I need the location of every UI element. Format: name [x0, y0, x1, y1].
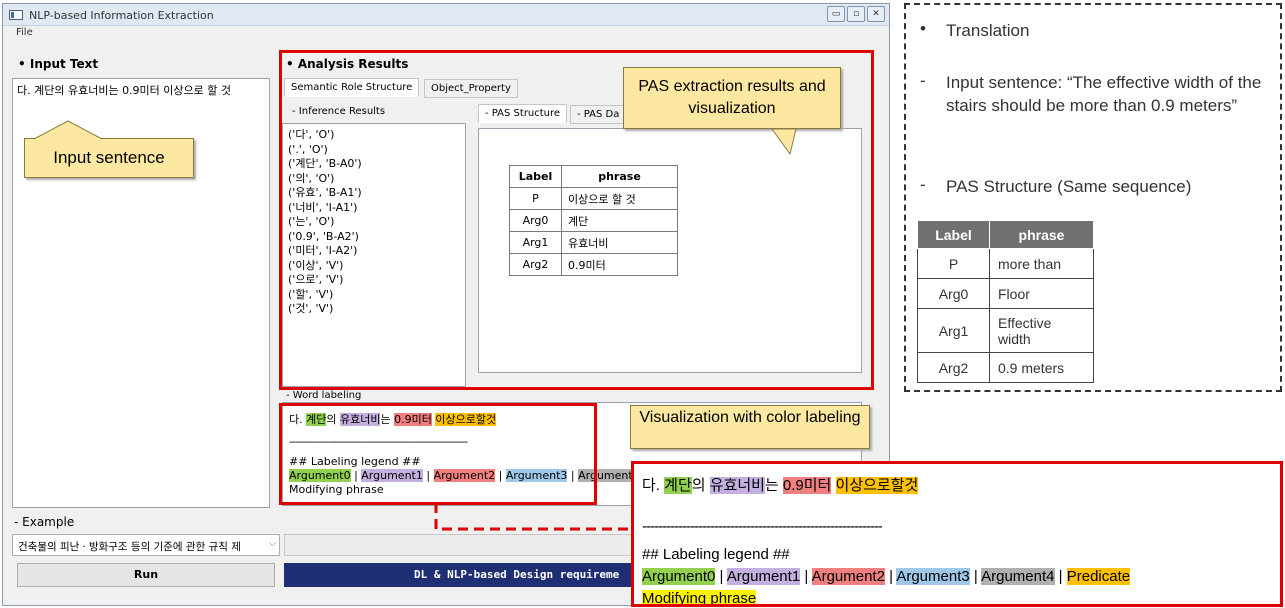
- legend-sep: |: [884, 568, 897, 585]
- table-row: Arg2 0.9 meters: [917, 352, 1094, 383]
- table-cell: Floor: [989, 278, 1094, 309]
- legend-arg2: Argument2: [811, 568, 885, 585]
- table-cell: Effective width: [989, 308, 1094, 353]
- word-arg2: 0.9미터: [782, 477, 832, 494]
- zoom-legend-modifying: Modifying phrase: [642, 590, 757, 607]
- color-labeling-callout: Visualization with color labeling: [630, 405, 870, 449]
- table-cell: Arg0: [917, 278, 990, 309]
- zoomed-word-labeling: 다. 계단의 유효너비는 0.9미터 이상으로할것 --------------…: [631, 461, 1283, 607]
- connector-dashed-line: [434, 503, 634, 531]
- close-button[interactable]: ✕: [867, 6, 885, 22]
- callout-pointer: [33, 120, 103, 140]
- dash-mark: -: [920, 175, 926, 194]
- input-text-value: 다. 계단의 유효너비는 0.9미터 이상으로 할 것: [17, 84, 232, 97]
- table-cell: P: [917, 248, 990, 279]
- legend-sep: |: [1054, 568, 1067, 585]
- menu-file[interactable]: File: [16, 27, 33, 38]
- legend-sep: |: [969, 568, 982, 585]
- word-labeling-highlight-box: [279, 403, 597, 505]
- zoom-legend-row: Argument0 | Argument1 | Argument2 | Argu…: [642, 568, 1131, 585]
- bullet-mark: •: [920, 19, 926, 38]
- example-detail-field: [284, 534, 634, 556]
- callout-pointer: [771, 128, 797, 156]
- legend-sep: |: [800, 568, 812, 585]
- column-header-phrase: phrase: [989, 220, 1094, 249]
- chevron-down-icon: ⌵: [269, 539, 276, 549]
- dash-mark: -: [920, 71, 926, 90]
- window-title: NLP-based Information Extraction: [29, 9, 214, 22]
- table-cell: 0.9 meters: [989, 352, 1094, 383]
- legend-arg1: Argument1: [726, 568, 801, 585]
- zoom-legend-title: ## Labeling legend ##: [642, 546, 790, 563]
- word-text: 의: [691, 477, 710, 494]
- zoom-labeled-sentence: 다. 계단의 유효너비는 0.9미터 이상으로할것: [642, 474, 919, 495]
- translation-pas-table: Label phrase P more than Arg0 Floor Arg1…: [917, 220, 1094, 383]
- legend-predicate: Predicate: [1066, 568, 1131, 585]
- translation-heading: Translation: [946, 21, 1030, 40]
- word-arg1: 유효너비: [709, 477, 765, 494]
- pas-results-callout: PAS extraction results and visualization: [623, 67, 841, 129]
- table-cell: more than: [989, 248, 1094, 279]
- legend-arg0: Argument0: [642, 568, 716, 585]
- translation-sentence: Input sentence: “The effective width of …: [946, 73, 1262, 115]
- word-text: 는: [764, 477, 783, 494]
- run-button[interactable]: Run: [17, 563, 275, 587]
- app-window-icon: [9, 10, 23, 20]
- maximize-button[interactable]: ▫: [847, 6, 865, 22]
- input-text-label: • Input Text: [18, 57, 99, 71]
- minimize-button[interactable]: ▭: [827, 6, 845, 22]
- legend-sep: |: [715, 568, 727, 585]
- menu-bar: File: [3, 26, 889, 42]
- word-text: 다.: [642, 477, 665, 494]
- table-cell: Arg1: [917, 308, 990, 353]
- word-labeling-label: - Word labeling: [286, 390, 362, 401]
- zoom-separator: ----------------------------------------…: [642, 518, 883, 535]
- column-header-label: Label: [917, 220, 990, 249]
- pas-structure-heading: PAS Structure (Same sequence): [946, 177, 1192, 196]
- word-text: [831, 477, 835, 494]
- table-row: Arg1 Effective width: [917, 308, 1094, 353]
- example-label: - Example: [14, 515, 75, 529]
- word-predicate: 이상으로할것: [835, 477, 919, 494]
- status-banner: DL & NLP-based Design requireme: [284, 563, 634, 587]
- table-row: Arg0 Floor: [917, 278, 1094, 309]
- word-arg0: 계단: [664, 477, 692, 494]
- table-header-row: Label phrase: [917, 220, 1094, 249]
- legend-modifying: Modifying phrase: [642, 590, 757, 607]
- example-select[interactable]: 건축물의 피난ㆍ방화구조 등의 기준에 관한 규칙 제 ⌵: [12, 534, 280, 556]
- example-select-value: 건축물의 피난ㆍ방화구조 등의 기준에 관한 규칙 제: [18, 541, 241, 553]
- translation-box: • Translation - Input sentence: “The eff…: [904, 3, 1282, 392]
- table-cell: Arg2: [917, 352, 990, 383]
- title-bar[interactable]: NLP-based Information Extraction ▭ ▫ ✕: [3, 4, 889, 26]
- input-sentence-callout: Input sentence: [24, 138, 194, 178]
- legend-arg3: Argument3: [896, 568, 970, 585]
- table-row: P more than: [917, 248, 1094, 279]
- legend-arg4: Argument4: [981, 568, 1055, 585]
